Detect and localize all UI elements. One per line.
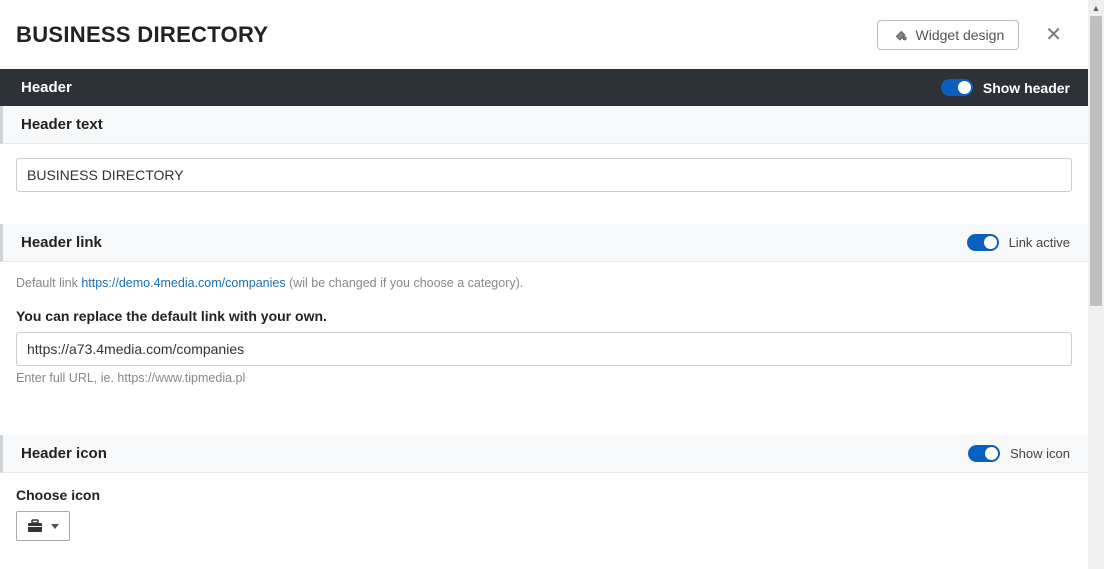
close-icon: ✕ [1045, 24, 1062, 46]
header-link-input[interactable] [16, 332, 1072, 366]
briefcase-icon [27, 519, 43, 533]
header-text-input[interactable] [16, 158, 1072, 192]
scrollbar-thumb[interactable] [1090, 16, 1102, 306]
chevron-down-icon [51, 524, 59, 529]
link-active-toggle[interactable] [967, 234, 999, 251]
paint-bucket-icon [892, 27, 908, 43]
section-header-link: Header link Link active [0, 224, 1088, 262]
section-header-icon: Header icon Show icon [0, 435, 1088, 473]
scrollbar-up-icon: ▲ [1088, 0, 1104, 16]
default-link-text: Default link https://demo.4media.com/com… [16, 276, 1072, 290]
section-header-icon-title: Header icon [21, 445, 107, 462]
replace-link-label: You can replace the default link with yo… [16, 308, 1072, 324]
show-icon-toggle[interactable] [968, 445, 1000, 462]
close-button[interactable]: ✕ [1035, 18, 1072, 51]
scrollbar[interactable]: ▲ [1088, 0, 1104, 569]
widget-design-button[interactable]: Widget design [877, 20, 1020, 50]
section-header-text-title: Header text [21, 116, 103, 133]
link-active-toggle-label: Link active [1009, 235, 1070, 250]
widget-design-label: Widget design [916, 27, 1005, 43]
icon-dropdown[interactable] [16, 511, 70, 541]
show-icon-toggle-label: Show icon [1010, 446, 1070, 461]
choose-icon-label: Choose icon [16, 487, 1072, 503]
page-title: BUSINESS DIRECTORY [16, 22, 268, 48]
link-hint: Enter full URL, ie. https://www.tipmedia… [16, 371, 1072, 385]
section-header-text: Header text [0, 106, 1088, 144]
show-header-toggle-label: Show header [983, 80, 1070, 96]
section-header-title: Header [21, 79, 72, 96]
section-header: Header Show header [0, 69, 1088, 106]
section-header-link-title: Header link [21, 234, 102, 251]
default-link-url[interactable]: https://demo.4media.com/companies [81, 276, 285, 290]
show-header-toggle[interactable] [941, 79, 973, 96]
